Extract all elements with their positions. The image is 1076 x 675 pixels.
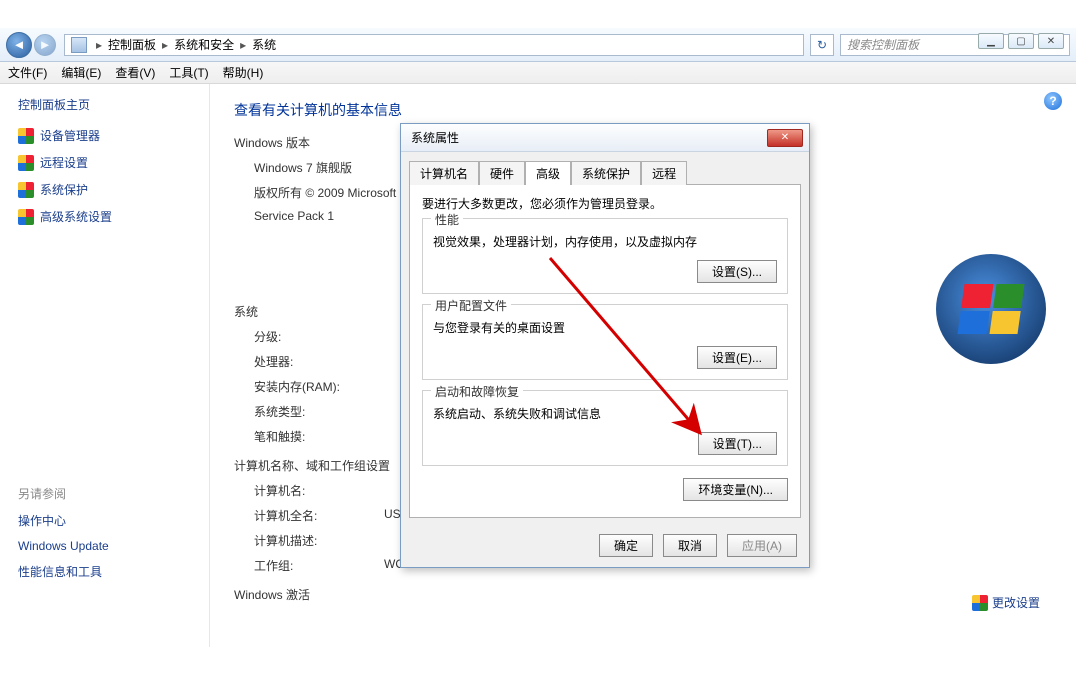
tab-panel-advanced: 要进行大多数更改，您必须作为管理员登录。 性能 视觉效果，处理器计划，内存使用，…	[409, 184, 801, 518]
group-user-profiles: 用户配置文件 与您登录有关的桌面设置 设置(E)...	[422, 304, 788, 380]
cancel-button[interactable]: 取消	[663, 534, 717, 557]
group-performance: 性能 视觉效果，处理器计划，内存使用，以及虚拟内存 设置(S)...	[422, 218, 788, 294]
windows-logo	[936, 254, 1046, 364]
help-icon[interactable]: ?	[1044, 92, 1062, 110]
service-pack: Service Pack 1	[254, 209, 334, 223]
see-also-windows-update[interactable]: Windows Update	[18, 539, 199, 553]
group-user-profiles-desc: 与您登录有关的桌面设置	[433, 319, 777, 336]
address-bar[interactable]: ▸ 控制面板 ▸ 系统和安全 ▸ 系统	[64, 34, 804, 56]
shield-icon	[972, 595, 988, 611]
breadcrumb-a[interactable]: 系统和安全	[171, 36, 237, 53]
dialog-button-row: 确定 取消 应用(A)	[401, 526, 809, 567]
menu-help[interactable]: 帮助(H)	[223, 64, 264, 81]
breadcrumb-root[interactable]: 控制面板	[105, 36, 159, 53]
group-startup-recovery: 启动和故障恢复 系统启动、系统失败和调试信息 设置(T)...	[422, 390, 788, 466]
menu-view[interactable]: 查看(V)	[115, 64, 155, 81]
sidebar-link-advanced-system-settings[interactable]: 高级系统设置	[18, 208, 199, 225]
tab-system-protection[interactable]: 系统保护	[571, 161, 641, 185]
shield-icon	[18, 209, 34, 225]
full-computer-name-label: 计算机全名:	[254, 507, 384, 524]
tab-advanced[interactable]: 高级	[525, 161, 571, 185]
group-user-profiles-title: 用户配置文件	[431, 297, 511, 314]
see-also-action-center[interactable]: 操作中心	[18, 512, 199, 529]
sidebar-link-remote-settings[interactable]: 远程设置	[18, 154, 199, 171]
sidebar: 控制面板主页 设备管理器 远程设置 系统保护 高级系统设置 另请参阅 操作中心 …	[0, 84, 210, 647]
sidebar-item-label: 系统保护	[40, 181, 88, 198]
maximize-button[interactable]: ▢	[1008, 33, 1034, 49]
windows-flag-icon	[957, 284, 1024, 334]
dialog-title: 系统属性	[411, 129, 459, 146]
chevron-right-icon: ▸	[93, 38, 105, 52]
dialog-tabs: 计算机名 硬件 高级 系统保护 远程	[401, 152, 809, 184]
tab-remote[interactable]: 远程	[641, 161, 687, 185]
change-settings-label: 更改设置	[992, 594, 1040, 611]
shield-icon	[18, 155, 34, 171]
sidebar-link-device-manager[interactable]: 设备管理器	[18, 127, 199, 144]
tab-computer-name[interactable]: 计算机名	[409, 161, 479, 185]
page-title: 查看有关计算机的基本信息	[234, 100, 1052, 120]
dialog-titlebar[interactable]: 系统属性 ✕	[401, 124, 809, 152]
sidebar-link-system-protection[interactable]: 系统保护	[18, 181, 199, 198]
see-also-performance[interactable]: 性能信息和工具	[18, 563, 199, 580]
performance-settings-button[interactable]: 设置(S)...	[697, 260, 777, 283]
system-type-label: 系统类型:	[254, 403, 384, 420]
breadcrumb-b[interactable]: 系统	[249, 36, 279, 53]
processor-label: 处理器:	[254, 353, 384, 370]
windows-edition: Windows 7 旗舰版	[254, 159, 352, 176]
menu-edit[interactable]: 编辑(E)	[61, 64, 101, 81]
group-performance-title: 性能	[431, 211, 463, 228]
pen-touch-label: 笔和触摸:	[254, 428, 384, 445]
computer-description-label: 计算机描述:	[254, 532, 384, 549]
ok-button[interactable]: 确定	[599, 534, 653, 557]
sidebar-item-label: 高级系统设置	[40, 208, 112, 225]
system-properties-dialog: 系统属性 ✕ 计算机名 硬件 高级 系统保护 远程 要进行大多数更改，您必须作为…	[400, 123, 810, 568]
sidebar-item-label: 设备管理器	[40, 127, 100, 144]
group-startup-recovery-title: 启动和故障恢复	[431, 383, 523, 400]
computer-name-label: 计算机名:	[254, 482, 384, 499]
change-settings-link[interactable]: 更改设置	[972, 594, 1040, 611]
see-also-heading: 另请参阅	[18, 485, 199, 502]
control-panel-home-link[interactable]: 控制面板主页	[18, 96, 199, 113]
window-controls: ▁ ▢ ✕	[978, 33, 1064, 49]
back-button[interactable]: ◄	[6, 32, 32, 58]
shield-icon	[18, 182, 34, 198]
shield-icon	[18, 128, 34, 144]
control-panel-icon	[71, 37, 87, 53]
group-startup-recovery-desc: 系统启动、系统失败和调试信息	[433, 405, 777, 422]
sidebar-item-label: 远程设置	[40, 154, 88, 171]
section-activation: Windows 激活	[234, 586, 1052, 603]
group-performance-desc: 视觉效果，处理器计划，内存使用，以及虚拟内存	[433, 233, 777, 250]
chevron-right-icon: ▸	[237, 38, 249, 52]
rating-label: 分级:	[254, 328, 384, 345]
tab-hardware[interactable]: 硬件	[479, 161, 525, 185]
close-button[interactable]: ✕	[1038, 33, 1064, 49]
startup-recovery-settings-button[interactable]: 设置(T)...	[698, 432, 777, 455]
ram-label: 安装内存(RAM):	[254, 378, 384, 395]
environment-variables-button[interactable]: 环境变量(N)...	[683, 478, 788, 501]
apply-button[interactable]: 应用(A)	[727, 534, 797, 557]
forward-button[interactable]: ►	[34, 34, 56, 56]
minimize-button[interactable]: ▁	[978, 33, 1004, 49]
menu-bar: 文件(F) 编辑(E) 查看(V) 工具(T) 帮助(H)	[0, 62, 1076, 84]
refresh-button[interactable]: ↻	[810, 34, 834, 56]
workgroup-label: 工作组:	[254, 557, 384, 574]
dialog-close-button[interactable]: ✕	[767, 129, 803, 147]
menu-tools[interactable]: 工具(T)	[169, 64, 208, 81]
chevron-right-icon: ▸	[159, 38, 171, 52]
user-profiles-settings-button[interactable]: 设置(E)...	[697, 346, 777, 369]
admin-note: 要进行大多数更改，您必须作为管理员登录。	[422, 195, 788, 212]
menu-file[interactable]: 文件(F)	[8, 64, 47, 81]
navigation-bar: ◄ ► ▸ 控制面板 ▸ 系统和安全 ▸ 系统 ↻ 搜索控制面板	[0, 28, 1076, 62]
